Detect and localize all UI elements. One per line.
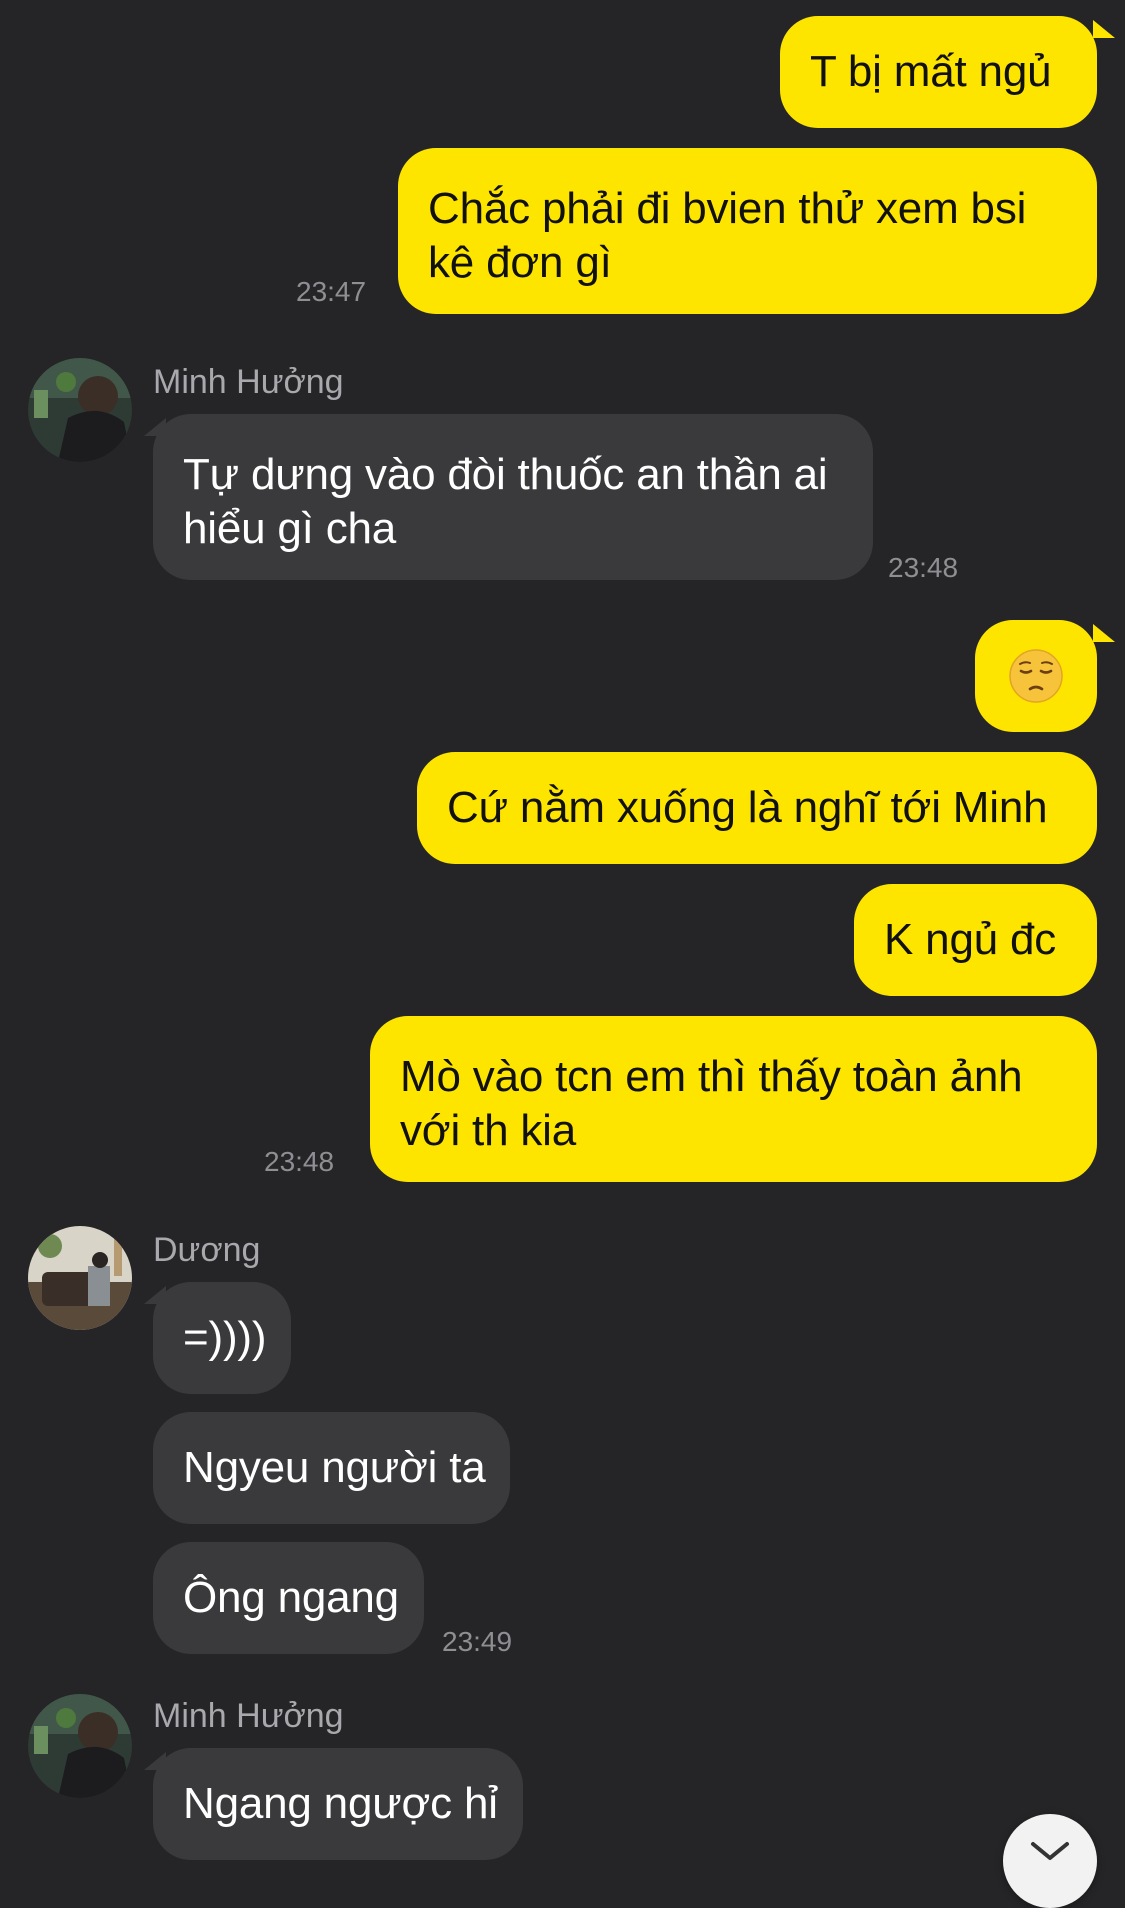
outgoing-message[interactable]: T bị mất ngủ [780, 16, 1097, 128]
avatar-minh-huong[interactable] [28, 358, 132, 462]
message-text: Mò vào tcn em thì thấy toàn ảnh với th k… [400, 1052, 1023, 1155]
incoming-message[interactable]: =)))) [153, 1282, 291, 1394]
avatar-minh-huong[interactable] [28, 1694, 132, 1798]
outgoing-message[interactable]: Mò vào tcn em thì thấy toàn ảnh với th k… [370, 1016, 1097, 1182]
incoming-message[interactable]: Ngyeu người ta [153, 1412, 510, 1524]
message-text: K ngủ đc [884, 915, 1057, 964]
message-text: Cứ nằm xuống là nghĩ tới Minh [447, 783, 1048, 832]
message-text: Ngang ngược hỉ [183, 1779, 498, 1828]
incoming-message[interactable]: Ông ngang [153, 1542, 424, 1654]
bubble-tail [1093, 624, 1115, 642]
message-text: =)))) [183, 1313, 267, 1362]
message-text: Chắc phải đi bvien thử xem bsi kê đơn gì [428, 184, 1027, 287]
message-text: Tự dưng vào đòi thuốc an thần ai hiểu gì… [183, 450, 828, 553]
timestamp: 23:47 [296, 276, 367, 307]
bubble-tail [1093, 20, 1115, 38]
timestamp: 23:49 [442, 1626, 513, 1657]
chevron-down-icon [1031, 1842, 1069, 1860]
outgoing-emoji-message[interactable] [975, 620, 1097, 732]
message-text: T bị mất ngủ [810, 47, 1052, 96]
outgoing-message[interactable]: Cứ nằm xuống là nghĩ tới Minh [417, 752, 1097, 864]
incoming-message[interactable]: Tự dưng vào đòi thuốc an thần ai hiểu gì… [153, 414, 873, 580]
message-text: Ông ngang [183, 1573, 399, 1622]
sender-name: Minh Hưởng [153, 363, 344, 401]
timestamp: 23:48 [888, 552, 959, 583]
timestamp: 23:48 [264, 1146, 335, 1177]
scroll-to-bottom-button[interactable] [1003, 1814, 1097, 1908]
outgoing-message[interactable]: K ngủ đc [854, 884, 1097, 996]
sender-name: Dương [153, 1231, 261, 1269]
incoming-message[interactable]: Ngang ngược hỉ [153, 1748, 523, 1860]
sender-name: Minh Hưởng [153, 1697, 344, 1735]
avatar-duong[interactable] [28, 1226, 132, 1330]
outgoing-message[interactable]: Chắc phải đi bvien thử xem bsi kê đơn gì [398, 148, 1097, 314]
pensive-face-emoji [1009, 649, 1063, 703]
message-text: Ngyeu người ta [183, 1443, 486, 1492]
